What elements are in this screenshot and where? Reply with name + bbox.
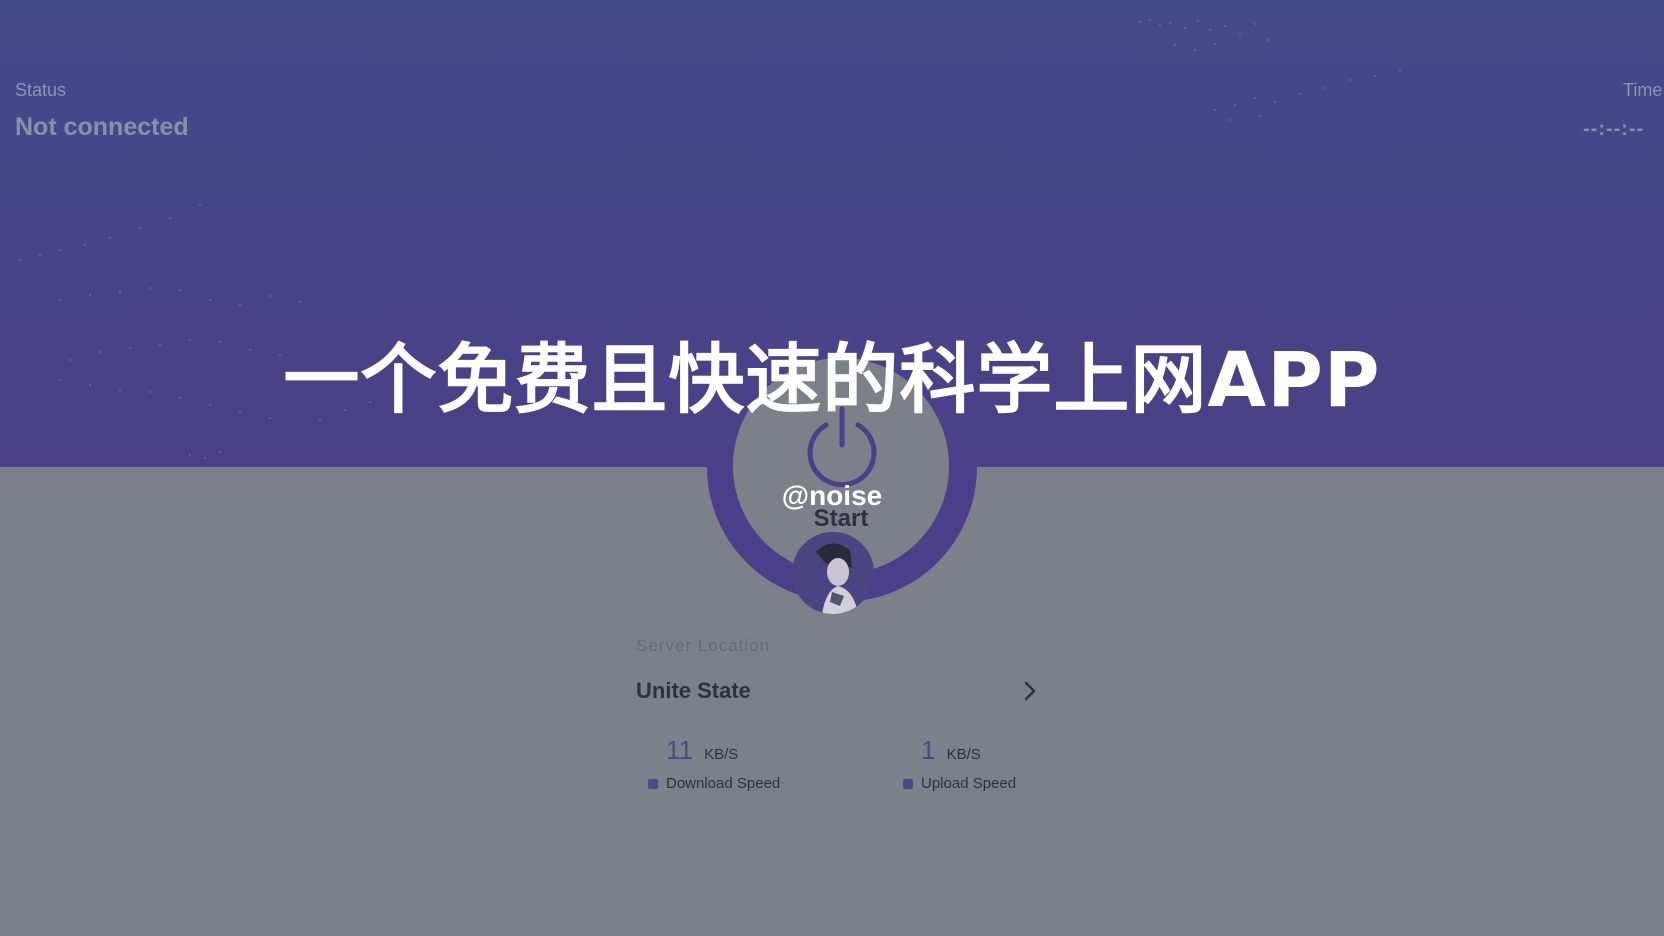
download-speed-value: 11	[666, 735, 693, 765]
upload-icon	[903, 779, 913, 790]
upload-speed-caption: Upload Speed	[903, 775, 1016, 792]
app-window: Status Not connected Time --:--:-- Start…	[0, 0, 1664, 936]
server-location-value: Unite State	[636, 678, 751, 703]
chevron-right-icon	[1024, 681, 1036, 701]
download-speed-label: Download Speed	[666, 775, 781, 792]
avatar	[792, 532, 874, 614]
upload-speed-value: 1	[921, 735, 936, 765]
avatar-illustration	[792, 532, 874, 614]
download-speed-readout: 11 KB/S	[666, 735, 738, 766]
status-label: Status	[15, 80, 67, 100]
status-value: Not connected	[15, 113, 189, 141]
overlay-title: 一个免费且快速的科学上网APP	[283, 335, 1381, 424]
time-label: Time	[1623, 80, 1663, 100]
upload-speed-unit: KB/S	[946, 746, 981, 763]
upload-speed-label: Upload Speed	[921, 775, 1017, 792]
time-value: --:--:--	[1583, 118, 1645, 140]
download-speed-unit: KB/S	[704, 746, 739, 763]
download-speed-caption: Download Speed	[648, 775, 780, 792]
server-location-selector[interactable]: Unite State	[636, 670, 1040, 716]
download-icon	[648, 779, 658, 790]
server-location-label: Server Location	[636, 636, 771, 655]
upload-speed-readout: 1 KB/S	[921, 735, 981, 766]
watermark-text: @noise	[781, 480, 883, 511]
